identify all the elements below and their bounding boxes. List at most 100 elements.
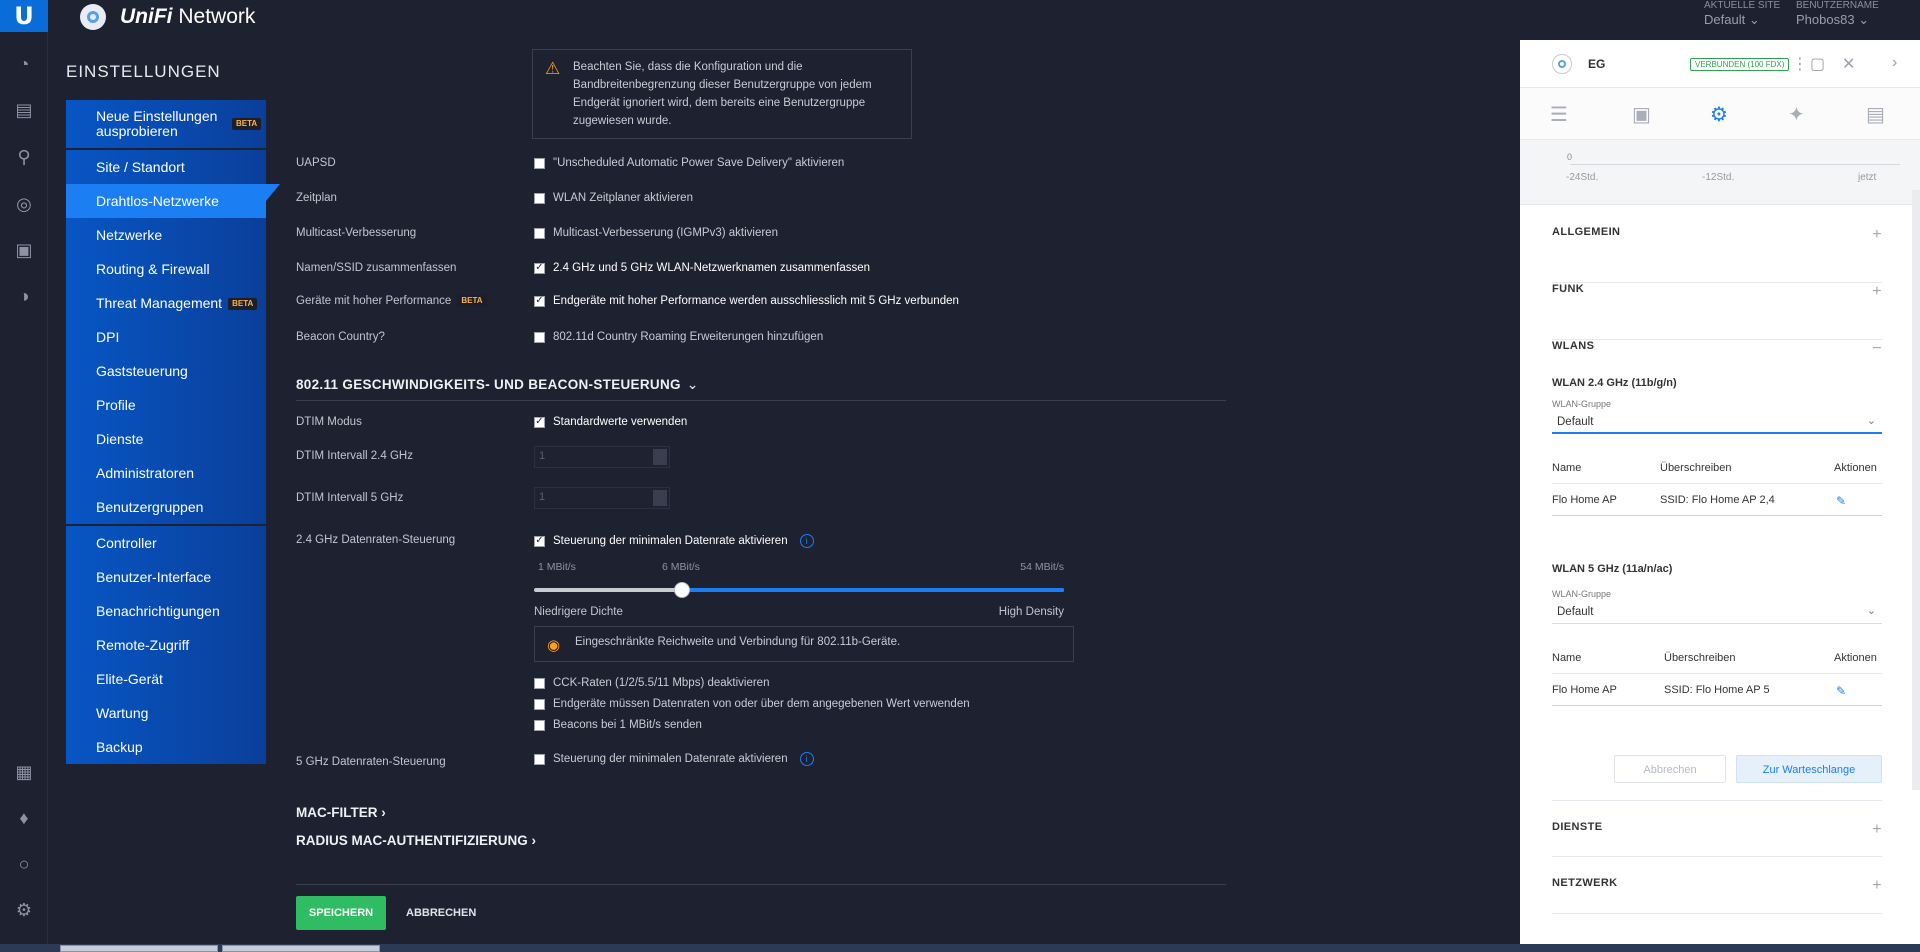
panel-scrollbar[interactable] [1912,190,1920,790]
checkbox-box[interactable] [534,192,545,204]
ssid-combine-checkbox[interactable]: ✓ 2.4 GHz und 5 GHz WLAN-Netzwerknamen zu… [534,262,870,274]
option-label: DTIM Modus [296,416,362,428]
info-icon[interactable]: i [799,534,814,548]
minus-icon[interactable]: − [1872,340,1882,358]
checkbox-box[interactable] [534,753,545,765]
nav-item-threat[interactable]: Threat Management BETA [66,286,266,320]
nav-item-ui[interactable]: Benutzer-Interface [66,560,266,594]
cancel-button[interactable]: ABBRECHEN [406,896,476,930]
checkbox-box[interactable]: ✓ [534,535,545,547]
edit-icon[interactable]: ✎ [1836,494,1846,508]
map-icon[interactable]: ⚲ [12,145,36,169]
nav-item-maintenance[interactable]: Wartung [66,696,266,730]
dtim5-input[interactable]: 1 [534,487,670,509]
slider-thumb[interactable] [674,582,691,598]
option-label: 2.4 GHz Datenraten-Steuerung [296,534,456,546]
section-radio[interactable]: FUNK + [1552,283,1882,340]
panel-cancel-button[interactable]: Abbrechen [1614,755,1726,783]
nav-item-networks[interactable]: Netzwerke [66,218,266,252]
checkbox-box[interactable] [534,157,545,169]
nav-item-wireless[interactable]: Drahtlos-Netzwerke [66,184,280,218]
schedule-checkbox[interactable]: WLAN Zeitplaner aktivieren [534,192,693,204]
nav-item-site[interactable]: Site / Standort [66,150,266,184]
section-services[interactable]: DIENSTE + [1552,800,1882,857]
checkbox-box[interactable] [534,698,545,710]
insights-icon[interactable]: ◑ [12,284,36,308]
events-icon[interactable]: ▦ [12,760,36,784]
rate5-checkbox[interactable]: Steuerung der minimalen Datenrate aktivi… [534,752,814,766]
statistics-tab-icon[interactable]: ▤ [1866,102,1885,127]
checkbox-box[interactable] [534,719,545,731]
plus-icon[interactable]: + [1872,877,1882,895]
rate24-slider[interactable] [534,582,1064,598]
mac-filter-link[interactable]: MAC-FILTER › [296,805,386,820]
section-network[interactable]: NETZWERK + [1552,857,1882,914]
checkbox-box[interactable] [534,227,545,239]
queue-button[interactable]: Zur Warteschlange [1736,755,1882,783]
plus-icon[interactable]: + [1872,226,1882,244]
tools-tab-icon[interactable]: ✦ [1788,102,1805,127]
nav-item-notifications[interactable]: Benachrichtigungen [66,594,266,628]
more-icon[interactable]: ⋮ [1792,54,1808,74]
taskbar-button[interactable] [222,945,380,952]
nav-item-dpi[interactable]: DPI [66,320,266,354]
chat-icon[interactable]: ○ [12,852,36,876]
section-rate-beacon[interactable]: 802.11 GESCHWINDIGKEITS- UND BEACON-STEU… [296,377,698,393]
beacon-country-checkbox[interactable]: 802.11d Country Roaming Erweiterungen hi… [534,331,823,343]
nav-item-controller[interactable]: Controller [66,526,266,560]
nav-item-elite[interactable]: Elite-Gerät [66,662,266,696]
column-header: Überschreiben [1660,462,1732,474]
checkbox-box[interactable]: ✓ [534,295,545,307]
taskbar-button[interactable] [60,945,218,952]
edit-icon[interactable]: ✎ [1836,684,1846,698]
close-icon[interactable]: ✕ [1842,54,1855,74]
site-selector[interactable]: AKTUELLE SITE Default ⌄ [1704,0,1780,28]
checkbox-box[interactable]: ✓ [534,262,545,274]
clients-icon[interactable]: ▣ [12,238,36,262]
rate24-checkbox[interactable]: ✓ Steuerung der minimalen Datenrate aktiv… [534,534,814,548]
uapsd-checkbox[interactable]: "Unscheduled Automatic Power Save Delive… [534,157,844,169]
section-general[interactable]: ALLGEMEIN + [1552,226,1882,283]
alerts-icon[interactable]: ♦ [12,806,36,830]
plus-icon[interactable]: + [1872,821,1882,839]
dashboard-icon[interactable]: ◔ [12,52,36,76]
spinner-icon[interactable] [653,490,667,506]
detach-icon[interactable]: ▢ [1810,54,1825,74]
wlan24-group-select[interactable]: Default ⌄ [1552,412,1882,434]
ubiquiti-logo[interactable]: U [0,0,48,32]
devices-icon[interactable]: ◎ [12,192,36,216]
multicast-checkbox[interactable]: Multicast-Verbesserung (IGMPv3) aktivier… [534,227,778,239]
checkbox-box[interactable]: ✓ [534,416,545,428]
chevron-right-icon[interactable]: › [1892,54,1897,72]
wlan5-group-select[interactable]: Default ⌄ [1552,602,1882,624]
nav-item-label: Benachrichtigungen [96,603,220,619]
info-icon[interactable]: i [799,752,814,766]
cck-checkbox[interactable]: CCK-Raten (1/2/5.5/11 Mbps) deaktivieren [534,677,769,689]
checkbox-box[interactable] [534,331,545,343]
nav-item-user-groups[interactable]: Benutzergruppen [66,490,266,524]
high-performance-checkbox[interactable]: ✓ Endgeräte mit hoher Performance werden … [534,295,959,307]
nav-item-routing[interactable]: Routing & Firewall [66,252,266,286]
radius-link[interactable]: RADIUS MAC-AUTHENTIFIZIERUNG › [296,833,536,848]
settings-icon[interactable]: ⚙ [12,898,36,922]
nav-item-profiles[interactable]: Profile [66,388,266,422]
checkbox-box[interactable] [534,677,545,689]
nav-item-new-settings[interactable]: Neue Einstellungen ausprobieren BETA [66,100,266,148]
beacon-rate-checkbox[interactable]: Beacons bei 1 MBit/s senden [534,719,702,731]
user-selector[interactable]: BENUTZERNAME Phobos83 ⌄ [1796,0,1879,28]
nav-item-remote[interactable]: Remote-Zugriff [66,628,266,662]
min-rate-checkbox[interactable]: Endgeräte müssen Datenraten von oder übe… [534,698,970,710]
plus-icon[interactable]: + [1872,283,1882,301]
nav-item-admins[interactable]: Administratoren [66,456,266,490]
clients-tab-icon[interactable]: ▣ [1632,102,1651,127]
details-tab-icon[interactable]: ☰ [1550,102,1568,127]
spinner-icon[interactable] [653,449,667,465]
nav-item-services[interactable]: Dienste [66,422,266,456]
config-tab-icon[interactable]: ⚙ [1710,102,1728,127]
dtim24-input[interactable]: 1 [534,446,670,468]
nav-item-guest[interactable]: Gaststeuerung [66,354,266,388]
dtim-default-checkbox[interactable]: ✓ Standardwerte verwenden [534,416,687,428]
nav-item-backup[interactable]: Backup [66,730,266,764]
statistics-icon[interactable]: ▤ [12,98,36,122]
save-button[interactable]: SPEICHERN [296,896,386,930]
